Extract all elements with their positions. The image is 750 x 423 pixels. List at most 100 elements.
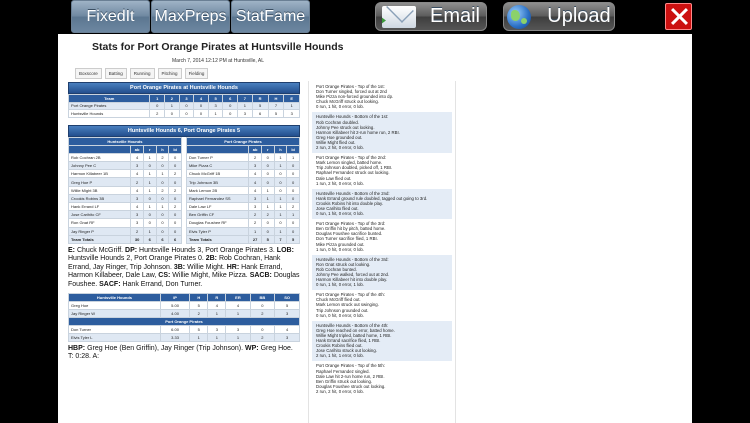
boxscore-cell: 3 bbox=[130, 218, 144, 228]
pitching-cell: Don Turner bbox=[68, 324, 161, 334]
email-button[interactable]: Email bbox=[375, 2, 487, 31]
boxscore-cell: 1 bbox=[286, 152, 300, 163]
boxscore-cell: 1 bbox=[248, 226, 262, 236]
boxscore-table: Huntsville Hounds Port Orange Pirates ab… bbox=[67, 136, 301, 244]
tab-running[interactable]: Running bbox=[129, 68, 155, 79]
boxscore-cell: 2 bbox=[260, 210, 275, 220]
boxscore-cell: 0 bbox=[260, 169, 275, 179]
pitching-header-cell: R bbox=[207, 292, 227, 302]
linescore-cell: 0 bbox=[178, 109, 195, 118]
boxscore-cell: 0 bbox=[260, 218, 275, 228]
boxscore-cell: 4 bbox=[130, 185, 144, 195]
boxscore-cell: 0 bbox=[168, 218, 182, 228]
boxscore-cell: Raphael Fernandez SS bbox=[185, 193, 250, 204]
linescore-header-cell: 5 bbox=[207, 94, 224, 103]
boxscore-cell: 1 bbox=[155, 201, 170, 212]
statfame-button[interactable]: StatFame bbox=[231, 0, 310, 33]
note-sacb-label: SACB: bbox=[249, 272, 272, 280]
boxscore-cell: 0 bbox=[155, 177, 170, 187]
boxscore-cell: Trip Johnson 3B bbox=[185, 177, 250, 187]
linescore-header-cell: Team bbox=[67, 94, 151, 103]
play-line: 2 run, 2 hit, 0 error, 0 lob. bbox=[316, 145, 365, 151]
boxscore-cell: 2 bbox=[248, 210, 262, 220]
boxscore-cell: 2 bbox=[168, 169, 182, 179]
boxscore-header-cell bbox=[67, 144, 132, 154]
table-row: Johnny Pee C 3 0 0 0 Mike Pizza C3010 bbox=[67, 161, 300, 171]
linescore-cell: 0 bbox=[149, 101, 166, 110]
boxscore-cell: 6 bbox=[155, 234, 170, 244]
boxscore-cell: Crookis Robins 3B bbox=[67, 193, 132, 204]
linescore-header-cell: 6 bbox=[222, 94, 239, 103]
play-line: 0 run, 1 hit, 0 error, 0 lob. bbox=[316, 211, 365, 217]
stat-tabs: Boxscore Batting Running Pitching Fieldi… bbox=[75, 68, 210, 79]
play-line: 1 run, 0 hit, 0 error, 0 lob. bbox=[316, 246, 365, 252]
boxscore-cell: 1 bbox=[273, 226, 288, 236]
play-by-play-block: Huntsville Hounds - Bottom of the 3rd: Ro… bbox=[312, 254, 452, 291]
boxscore-header-cell: bi bbox=[168, 144, 182, 154]
away-team-label: Port Orange Pirates bbox=[185, 136, 301, 146]
pitching-cell: 6.00 bbox=[159, 324, 191, 334]
linescore-cell: 1 bbox=[207, 109, 224, 118]
tab-fielding[interactable]: Fielding bbox=[184, 68, 209, 79]
note-cs-label: CS: bbox=[158, 272, 171, 280]
close-button[interactable] bbox=[665, 3, 692, 30]
upload-button[interactable]: Upload bbox=[503, 2, 615, 31]
linescore-header-cell: 7 bbox=[237, 94, 253, 103]
boxscore-heading: Huntsville Hounds 6, Port Orange Pirates… bbox=[68, 124, 300, 137]
fixedit-button[interactable]: FixedIt bbox=[71, 0, 150, 33]
boxscore-cell: Team Totals bbox=[185, 234, 250, 244]
boxscore-cell: 4 bbox=[248, 177, 262, 187]
boxscore-cell: Harmon Killabeer 1B bbox=[67, 169, 132, 179]
boxscore-header-cell: r bbox=[260, 144, 275, 154]
linescore-cell: 3 bbox=[283, 109, 300, 118]
boxscore-cell: 2 bbox=[155, 152, 170, 163]
fixedit-label: FixedIt bbox=[86, 7, 135, 25]
play-by-play-block: Huntsville Hounds - Bottom of the 2nd: Ha… bbox=[312, 188, 452, 220]
email-icon bbox=[381, 5, 416, 28]
boxscore-cell: 0 bbox=[260, 177, 275, 187]
pitching-table: Huntsville Hounds IP H R ER BB SO Greg Hoe 5.00… bbox=[68, 292, 300, 342]
table-row: Harmon Killabeer 1B 4 1 1 2 Chuck McGriff 1B 4… bbox=[67, 169, 300, 179]
boxscore-header-cell: r bbox=[142, 144, 157, 154]
pitching-cell: 1 bbox=[207, 332, 227, 342]
table-row: Rob Cochran 2B 4 1 2 0 Don Turner P2011 bbox=[67, 152, 300, 163]
pitching-header-row: Huntsville Hounds IP H R ER BB SO bbox=[68, 292, 300, 302]
boxscore-cell: 0 bbox=[142, 193, 157, 204]
maxpreps-button[interactable]: MaxPreps bbox=[151, 0, 230, 33]
table-row: Port Orange Pirates 0 1 0 0 3 0 1 5 7 1 bbox=[67, 101, 300, 110]
tab-batting[interactable]: Batting bbox=[104, 68, 127, 79]
boxscore-cell: 0 bbox=[260, 161, 275, 171]
boxscore-cell: 2 bbox=[168, 185, 182, 195]
pitching-header-cell: BB bbox=[249, 292, 276, 302]
note-hr-label: HR: bbox=[226, 263, 240, 271]
pitching-notes: HBP: Greg Hoe (Ben Griffin), Jay Ringer … bbox=[68, 345, 300, 362]
boxscore-cell: 6 bbox=[142, 234, 157, 244]
pitching-cell: 4 bbox=[274, 324, 300, 334]
boxscore-header-cell: ab bbox=[130, 144, 144, 154]
linescore-cell: 3 bbox=[237, 109, 253, 118]
play-line: 2 run, 1 hit, 1 error, 0 lob. bbox=[316, 353, 365, 359]
linescore-table: Team 1 2 3 4 5 6 7 R H E Port Orange Pirates 0 1 0 0 3 0… bbox=[67, 94, 300, 118]
tab-boxscore[interactable]: Boxscore bbox=[75, 68, 102, 79]
note-dp-label: DP: bbox=[125, 246, 138, 254]
pitching-away-label: Port Orange Pirates bbox=[68, 316, 300, 326]
linescore-header-cell: 1 bbox=[149, 94, 166, 103]
pitching-cell: 5 bbox=[189, 300, 209, 310]
boxscore-cell: 2 bbox=[286, 201, 300, 212]
boxscore-cell: Dale Law LF bbox=[185, 201, 250, 212]
pitching-cell: Jay Ringer W bbox=[68, 308, 161, 318]
boxscore-cell: 1 bbox=[142, 226, 157, 236]
boxscore-cell: 2 bbox=[248, 218, 262, 228]
app-screen: FixedIt MaxPreps StatFame Email Upload S… bbox=[0, 0, 750, 423]
table-row: Jay Ringer W 4.00 2 1 1 2 3 bbox=[68, 308, 300, 318]
tab-pitching[interactable]: Pitching bbox=[157, 68, 182, 79]
pitching-cell: 3 bbox=[274, 332, 300, 342]
boxscore-cell: 0 bbox=[142, 161, 157, 171]
boxscore-cell: 30 bbox=[130, 234, 144, 244]
boxscore-cell: Jay Ringer P bbox=[67, 226, 132, 236]
pitching-cell: 1 bbox=[225, 332, 251, 342]
boxscore-cell: 2 bbox=[248, 152, 262, 163]
pitching-cell: 2 bbox=[249, 332, 276, 342]
table-row: Greg Hoe 5.00 5 4 4 0 5 bbox=[68, 300, 300, 310]
table-row: Huntsville Hounds 2 0 0 0 1 0 3 6 5 3 bbox=[67, 109, 300, 118]
